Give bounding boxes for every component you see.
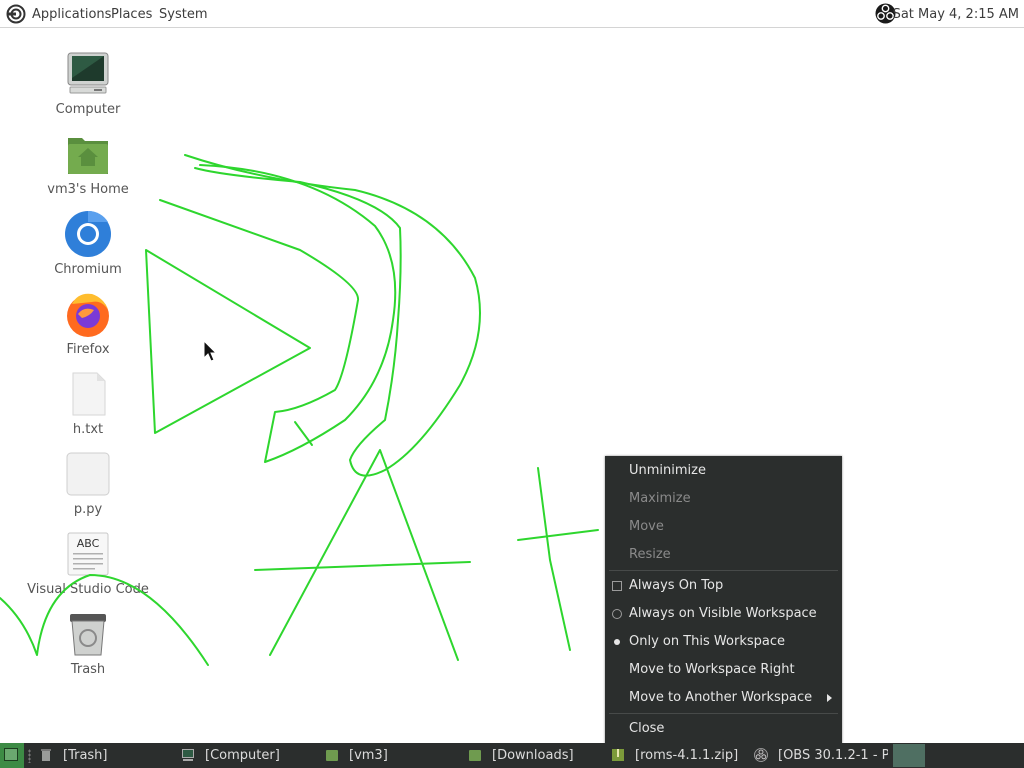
desktop-icon-label: Visual Studio Code — [27, 582, 149, 597]
desktop-icon-home[interactable]: vm3's Home — [23, 130, 153, 198]
obs-icon — [754, 748, 768, 762]
taskbar-item-computer[interactable]: [Computer] — [181, 743, 313, 768]
menu-item-close[interactable]: Close — [605, 718, 842, 740]
document-abc-icon: ABC — [64, 530, 112, 578]
desktop-icon-chromium[interactable]: Chromium — [23, 210, 153, 278]
menu-item-always-on-visible-workspace[interactable]: Always on Visible Workspace — [605, 603, 842, 625]
window-context-menu: Unminimize Maximize Move Resize Always O… — [605, 456, 842, 744]
computer-icon — [182, 749, 194, 761]
taskbar-item-trash[interactable]: [Trash] — [39, 743, 169, 768]
taskbar-item-roms-zip[interactable]: [roms-4.1.1.zip] — [611, 743, 743, 768]
desktop-icon-label: p.py — [73, 502, 103, 517]
desktop-icon-computer[interactable]: Computer — [23, 50, 153, 118]
desktop: Computer vm3's Home Chromium Firefox h.t… — [0, 28, 1024, 743]
menu-item-resize: Resize — [629, 547, 671, 562]
folder-icon — [326, 750, 338, 761]
system-menu[interactable]: System — [159, 6, 207, 23]
workspace-switcher[interactable] — [893, 744, 925, 767]
archive-icon — [612, 749, 624, 761]
desktop-icon-firefox[interactable]: Firefox — [23, 290, 153, 358]
menu-item-only-on-this-workspace[interactable]: Only on This Workspace — [605, 631, 842, 653]
desktop-icon-h-txt[interactable]: h.txt — [23, 370, 153, 438]
python-file-icon — [64, 450, 112, 498]
desktop-icon-label: h.txt — [72, 422, 104, 437]
menu-item-maximize: Maximize — [629, 491, 691, 506]
menu-item-always-on-top[interactable]: Always On Top — [605, 575, 842, 597]
desktop-icon-label: vm3's Home — [47, 182, 129, 197]
desktop-icon-p-py[interactable]: p.py — [23, 450, 153, 518]
radio-selected-icon — [614, 639, 620, 645]
desktop-icon-vscode[interactable]: ABC Visual Studio Code — [23, 530, 153, 598]
applications-menu[interactable]: Applications — [32, 6, 111, 23]
trash-icon — [64, 610, 112, 658]
mate-logo-icon[interactable] — [6, 4, 26, 24]
menu-item-move-to-workspace-right[interactable]: Move to Workspace Right — [605, 659, 842, 681]
home-folder-icon — [64, 130, 112, 178]
desktop-icon-trash[interactable]: Trash — [23, 610, 153, 678]
taskbar-item-downloads[interactable]: [Downloads] — [468, 743, 600, 768]
text-file-icon — [64, 370, 112, 418]
computer-icon — [64, 50, 112, 98]
panel-drag-handle[interactable] — [28, 749, 31, 763]
submenu-arrow-icon — [827, 694, 832, 702]
chromium-icon — [64, 210, 112, 258]
taskbar-item-obs[interactable]: [OBS 30.1.2-1 - P... — [754, 743, 888, 768]
clock[interactable]: Sat May 4, 2:15 AM — [893, 6, 1019, 23]
trash-icon — [41, 749, 51, 761]
menu-separator — [609, 570, 838, 571]
radio-icon — [612, 609, 622, 619]
desktop-icon-label: Firefox — [66, 342, 110, 357]
svg-text:ABC: ABC — [77, 537, 100, 550]
menu-item-move: Move — [629, 519, 664, 534]
desktop-icon-label: Computer — [55, 102, 121, 117]
menu-item-move-to-another-workspace[interactable]: Move to Another Workspace — [605, 687, 842, 709]
firefox-icon — [64, 290, 112, 338]
checkbox-icon — [612, 581, 622, 591]
top-panel: Applications Places System Sat May 4, 2:… — [0, 0, 1024, 28]
folder-icon — [469, 750, 481, 761]
desktop-icon-label: Chromium — [54, 262, 122, 277]
menu-separator — [609, 713, 838, 714]
places-menu[interactable]: Places — [111, 6, 152, 23]
show-desktop-button[interactable] — [0, 743, 24, 768]
menu-item-unminimize[interactable]: Unminimize — [605, 460, 842, 482]
desktop-icon-label: Trash — [70, 662, 106, 677]
bottom-panel: [Trash] [Computer] [vm3] [Downloads] [ro… — [0, 743, 1024, 768]
taskbar-item-vm3[interactable]: [vm3] — [325, 743, 455, 768]
